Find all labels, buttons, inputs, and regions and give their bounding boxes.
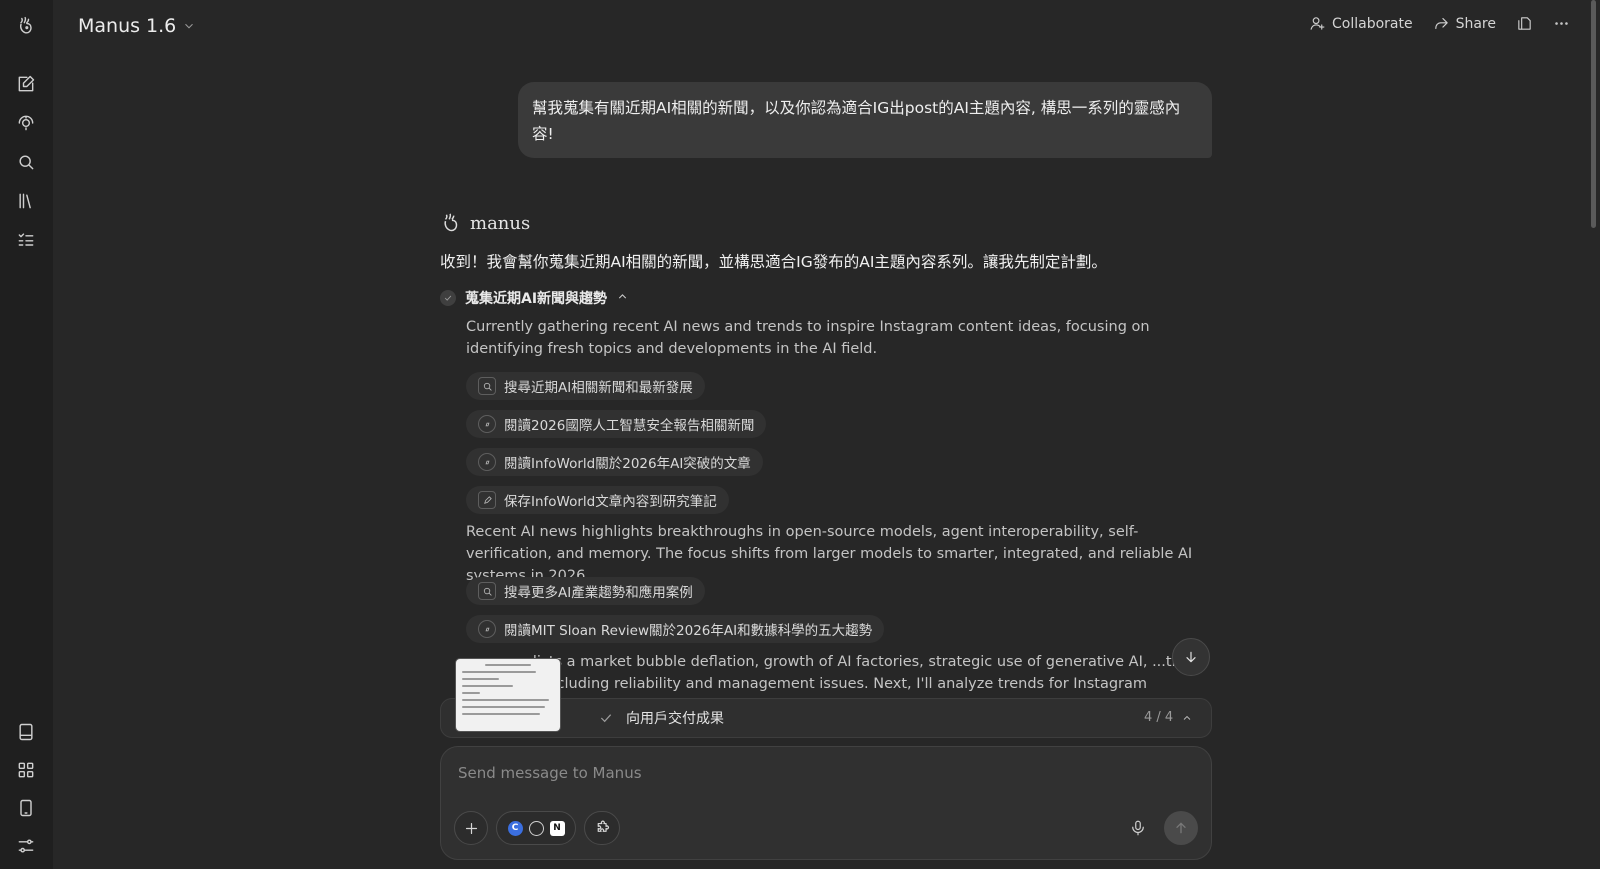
mobile-icon[interactable] bbox=[14, 796, 38, 820]
check-icon bbox=[600, 714, 612, 723]
more-options-button[interactable] bbox=[1553, 15, 1570, 32]
tasks-list-icon[interactable] bbox=[14, 228, 38, 252]
document-thumbnail[interactable] bbox=[455, 658, 561, 732]
app-title: Manus 1.6 bbox=[78, 15, 177, 37]
message-input[interactable] bbox=[458, 764, 1158, 782]
edit-icon bbox=[478, 491, 496, 509]
agents-icon[interactable] bbox=[14, 111, 38, 135]
search-icon bbox=[478, 377, 496, 395]
files-button[interactable] bbox=[1516, 15, 1533, 32]
task-count-toggle[interactable]: 4 / 4 bbox=[1144, 710, 1193, 725]
reply-intro: 收到！我會幫你蒐集近期AI相關的新聞，並構思適合IG發布的AI主題內容系列。讓我… bbox=[440, 253, 1107, 271]
tool-chip-browse[interactable]: 閱讀InfoWorld關於2026年AI突破的文章 bbox=[466, 448, 763, 476]
share-icon bbox=[1434, 17, 1448, 30]
connector-app-icon: C bbox=[507, 820, 523, 836]
book-icon[interactable] bbox=[14, 720, 38, 744]
tool-chip-label: 閱讀2026國際人工智慧安全報告相關新聞 bbox=[504, 418, 755, 434]
header-actions: Collaborate Share bbox=[1309, 15, 1570, 32]
tool-chip-label: 搜尋近期AI相關新聞和最新發展 bbox=[504, 380, 693, 396]
share-label: Share bbox=[1455, 15, 1496, 32]
tool-chip-browse[interactable]: 閱讀MIT Sloan Review關於2026年AI和數據科學的五大趨勢 bbox=[466, 615, 885, 643]
step-header[interactable]: 蒐集近期AI新聞與趨勢 bbox=[440, 288, 629, 308]
settings-sliders-icon[interactable] bbox=[14, 834, 38, 858]
tool-chip-label: 搜尋更多AI產業趨勢和應用案例 bbox=[504, 585, 693, 601]
microphone-icon[interactable] bbox=[1129, 819, 1147, 837]
attach-button[interactable] bbox=[454, 811, 488, 845]
notion-icon: N bbox=[549, 820, 565, 836]
assistant-brand: manus bbox=[440, 212, 530, 234]
tool-chip-label: 閱讀MIT Sloan Review關於2026年AI和數據科學的五大趨勢 bbox=[504, 623, 873, 639]
tool-chip-search[interactable]: 搜尋更多AI產業趨勢和應用案例 bbox=[466, 577, 705, 605]
check-icon bbox=[440, 290, 456, 306]
scrollbar[interactable] bbox=[1591, 0, 1596, 228]
tool-chip-search[interactable]: 搜尋近期AI相關新聞和最新發展 bbox=[466, 372, 705, 400]
chevron-down-icon bbox=[185, 23, 194, 29]
step-summary-partial: ...ws predicts a market bubble deflation… bbox=[466, 654, 1181, 692]
user-plus-icon bbox=[1310, 17, 1325, 30]
app-title-dropdown[interactable]: Manus 1.6 bbox=[78, 15, 196, 37]
share-button[interactable]: Share bbox=[1433, 15, 1496, 32]
tool-chip-label: 保存InfoWorld文章內容到研究筆記 bbox=[504, 494, 717, 510]
compass-icon bbox=[478, 415, 496, 433]
step-title: 蒐集近期AI新聞與趨勢 bbox=[465, 291, 608, 307]
sidebar bbox=[0, 0, 53, 869]
task-count: 4 / 4 bbox=[1144, 710, 1174, 725]
collaborate-button[interactable]: Collaborate bbox=[1309, 15, 1413, 32]
tool-chip-label: 閱讀InfoWorld關於2026年AI突破的文章 bbox=[504, 456, 751, 472]
puzzle-icon bbox=[597, 820, 609, 832]
search-icon[interactable] bbox=[14, 150, 38, 174]
user-message: 幫我蒐集有關近期AI相關的新聞，以及你認為適合IG出post的AI主題內容, 構… bbox=[518, 82, 1212, 158]
chrome-icon bbox=[528, 820, 544, 836]
manus-logo-icon[interactable] bbox=[14, 14, 38, 38]
connectors-button[interactable]: C N bbox=[496, 811, 576, 845]
plus-icon bbox=[465, 822, 477, 834]
task-step-label: 向用戶交付成果 bbox=[626, 711, 724, 727]
send-button[interactable] bbox=[1164, 811, 1198, 845]
arrow-down-icon bbox=[1186, 651, 1196, 663]
step-description: Currently gathering recent AI news and t… bbox=[466, 319, 1150, 357]
arrow-up-icon bbox=[1176, 822, 1186, 834]
brand-name: manus bbox=[470, 212, 531, 234]
files-icon bbox=[1518, 17, 1531, 30]
compass-icon bbox=[478, 453, 496, 471]
chevron-up-icon bbox=[1183, 715, 1191, 720]
compass-icon bbox=[478, 620, 496, 638]
collaborate-label: Collaborate bbox=[1332, 15, 1413, 32]
more-horizontal-icon bbox=[1555, 22, 1568, 25]
library-icon[interactable] bbox=[14, 189, 38, 213]
manus-logo-icon bbox=[444, 213, 458, 232]
new-task-icon[interactable] bbox=[14, 72, 38, 96]
search-icon bbox=[478, 582, 496, 600]
scroll-to-bottom-button[interactable] bbox=[1172, 638, 1210, 676]
chevron-up-icon[interactable] bbox=[616, 290, 629, 307]
task-step: 向用戶交付成果 bbox=[598, 708, 724, 728]
tool-chip-browse[interactable]: 閱讀2026國際人工智慧安全報告相關新聞 bbox=[466, 410, 767, 438]
integrations-button[interactable] bbox=[584, 811, 620, 845]
apps-grid-icon[interactable] bbox=[14, 758, 38, 782]
tool-chip-edit[interactable]: 保存InfoWorld文章內容到研究筆記 bbox=[466, 486, 729, 514]
